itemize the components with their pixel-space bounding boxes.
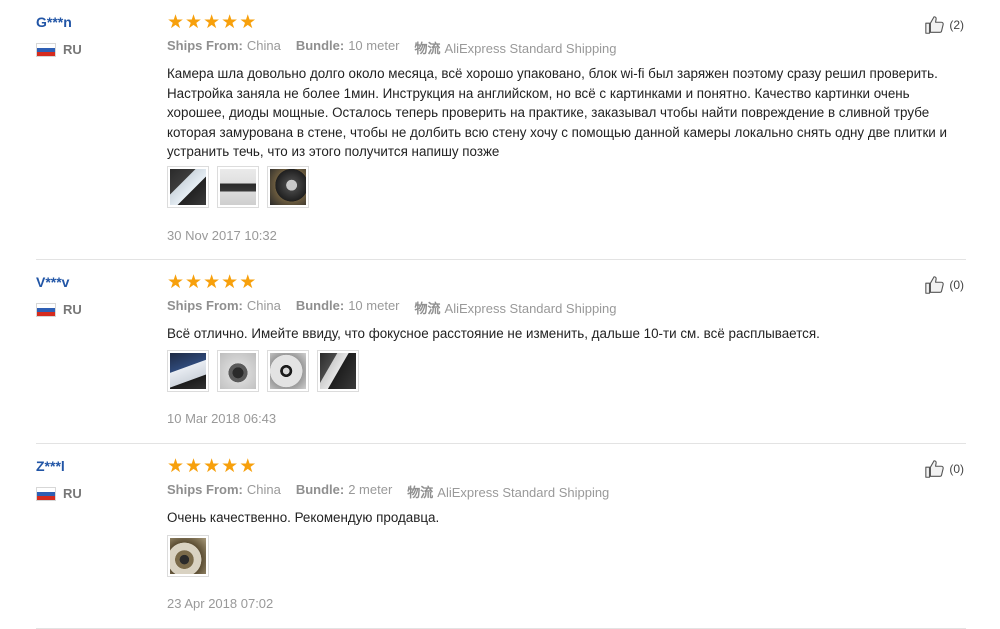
review-photos bbox=[167, 535, 217, 577]
order-info: Ships From: China Bundle: 10 meter 物流 AliEx… bbox=[167, 38, 632, 57]
review-text: Очень качественно. Рекомендую продавца. bbox=[167, 510, 440, 525]
star-icon: ★ bbox=[203, 455, 221, 477]
reviewer-name[interactable]: Z***l bbox=[36, 458, 65, 474]
star-icon: ★ bbox=[221, 11, 239, 33]
star-icon: ★ bbox=[185, 455, 203, 477]
bundle-value: 10 meter bbox=[348, 298, 400, 313]
ships-from-value: China bbox=[246, 482, 281, 497]
ships-from-label: Ships From: bbox=[167, 38, 243, 53]
review-photo-thumbnail[interactable] bbox=[217, 166, 259, 208]
ships-from-value: China bbox=[246, 38, 281, 53]
star-icon: ★ bbox=[239, 455, 257, 477]
order-info: Ships From: China Bundle: 2 meter 物流 AliExp… bbox=[167, 482, 624, 501]
star-icon: ★ bbox=[239, 271, 257, 293]
star-rating: ★ ★ ★ ★ ★ bbox=[167, 12, 257, 32]
review-photo-thumbnail[interactable] bbox=[267, 166, 309, 208]
star-icon: ★ bbox=[185, 11, 203, 33]
star-icon: ★ bbox=[221, 455, 239, 477]
star-icon: ★ bbox=[203, 271, 221, 293]
review-photo-thumbnail[interactable] bbox=[167, 535, 209, 577]
star-icon: ★ bbox=[185, 271, 203, 293]
country-code: RU bbox=[63, 486, 82, 501]
shipping-label: 物流 bbox=[407, 485, 434, 500]
shipping-value: AliExpress Standard Shipping bbox=[444, 301, 617, 316]
review-photo-thumbnail[interactable] bbox=[167, 166, 209, 208]
ships-from-label: Ships From: bbox=[167, 298, 243, 313]
bundle-value: 2 meter bbox=[348, 482, 393, 497]
shipping-value: AliExpress Standard Shipping bbox=[437, 485, 610, 500]
star-icon: ★ bbox=[167, 271, 185, 293]
star-icon: ★ bbox=[167, 11, 185, 33]
bundle-label: Bundle: bbox=[295, 482, 345, 497]
review-photos bbox=[167, 350, 367, 392]
review-photo-thumbnail[interactable] bbox=[217, 350, 259, 392]
bundle-label: Bundle: bbox=[295, 298, 345, 313]
review-date: 10 Mar 2018 06:43 bbox=[167, 411, 277, 426]
thumbs-up-icon[interactable] bbox=[924, 274, 946, 296]
ships-from-label: Ships From: bbox=[167, 482, 243, 497]
reviewer-country: RU bbox=[36, 302, 82, 317]
review-item: G***n RU ★ ★ ★ ★ ★ Ships From: China Bund… bbox=[36, 0, 966, 260]
thumbs-up-icon[interactable] bbox=[924, 14, 946, 36]
reviewer-country: RU bbox=[36, 486, 82, 501]
star-icon: ★ bbox=[203, 11, 221, 33]
russia-flag-icon bbox=[36, 486, 56, 501]
shipping-label: 物流 bbox=[414, 301, 441, 316]
review-photo-thumbnail[interactable] bbox=[317, 350, 359, 392]
shipping-value: AliExpress Standard Shipping bbox=[444, 41, 617, 56]
review-photos bbox=[167, 166, 317, 208]
star-icon: ★ bbox=[167, 455, 185, 477]
reviewer-name[interactable]: V***v bbox=[36, 274, 69, 290]
helpful-count: (0) bbox=[949, 462, 964, 476]
bundle-label: Bundle: bbox=[295, 38, 345, 53]
star-rating: ★ ★ ★ ★ ★ bbox=[167, 272, 257, 292]
reviewer-country: RU bbox=[36, 42, 82, 57]
review-text: Всё отлично. Имейте ввиду, что фокусное … bbox=[167, 326, 820, 341]
review-date: 23 Apr 2018 07:02 bbox=[167, 596, 274, 611]
review-item: V***v RU ★ ★ ★ ★ ★ Ships From: China Bund… bbox=[36, 260, 966, 444]
ships-from-value: China bbox=[246, 298, 281, 313]
order-info: Ships From: China Bundle: 10 meter 物流 AliEx… bbox=[167, 298, 632, 317]
reviewer-name[interactable]: G***n bbox=[36, 14, 72, 30]
country-code: RU bbox=[63, 302, 82, 317]
star-icon: ★ bbox=[221, 271, 239, 293]
country-code: RU bbox=[63, 42, 82, 57]
review-text: Камера шла довольно долго около месяца, … bbox=[167, 66, 947, 159]
star-icon: ★ bbox=[239, 11, 257, 33]
helpful-button[interactable]: (0) bbox=[924, 458, 964, 480]
helpful-button[interactable]: (0) bbox=[924, 274, 964, 296]
bundle-value: 10 meter bbox=[348, 38, 400, 53]
review-photo-thumbnail[interactable] bbox=[267, 350, 309, 392]
helpful-count: (0) bbox=[949, 278, 964, 292]
helpful-button[interactable]: (2) bbox=[924, 14, 964, 36]
star-rating: ★ ★ ★ ★ ★ bbox=[167, 456, 257, 476]
thumbs-up-icon[interactable] bbox=[924, 458, 946, 480]
russia-flag-icon bbox=[36, 42, 56, 57]
helpful-count: (2) bbox=[949, 18, 964, 32]
review-date: 30 Nov 2017 10:32 bbox=[167, 228, 277, 243]
review-item: Z***l RU ★ ★ ★ ★ ★ Ships From: China Bund… bbox=[36, 444, 966, 629]
russia-flag-icon bbox=[36, 302, 56, 317]
shipping-label: 物流 bbox=[414, 41, 441, 56]
review-photo-thumbnail[interactable] bbox=[167, 350, 209, 392]
